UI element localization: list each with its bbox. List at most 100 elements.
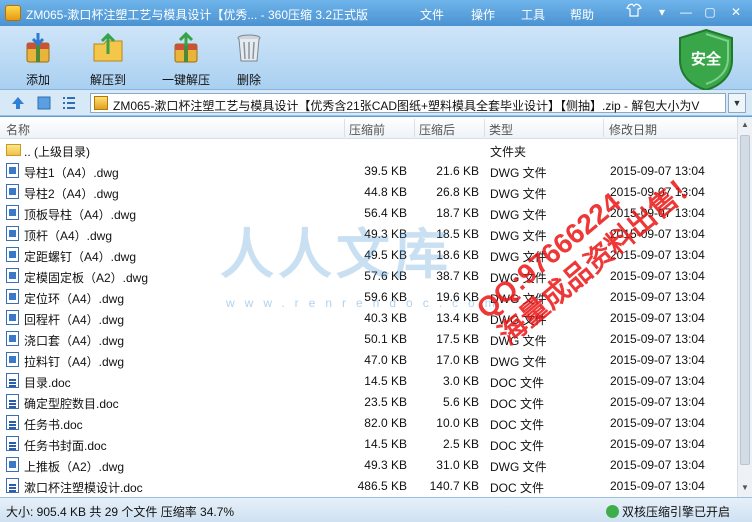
- file-name: 浇口套（A4）.dwg: [24, 334, 125, 348]
- scroll-up-icon[interactable]: ▲: [738, 117, 752, 133]
- column-name[interactable]: 名称: [6, 121, 30, 138]
- doc-file-icon: [6, 373, 19, 388]
- table-row[interactable]: 目录.doc 14.5 KB 3.0 KB DOC 文件 2015-09-07 13:0…: [0, 370, 737, 391]
- scroll-thumb[interactable]: [740, 135, 750, 465]
- doc-file-icon: [6, 478, 19, 493]
- extract-to-button[interactable]: 解压到: [72, 30, 144, 88]
- delete-label: 删除: [236, 73, 261, 87]
- add-label: 添加: [25, 73, 50, 87]
- file-name: 定距螺钉（A4）.dwg: [24, 250, 137, 264]
- dwg-file-icon: [6, 457, 19, 472]
- add-button[interactable]: 添加: [2, 30, 74, 88]
- doc-file-icon: [6, 436, 19, 451]
- dwg-file-icon: [6, 289, 19, 304]
- address-bar: ZM065-漱口杯注塑工艺与模具设计【优秀含21张CAD图纸+塑料模具全套毕业设…: [0, 90, 752, 116]
- menu-tools[interactable]: 工具: [521, 6, 545, 23]
- zip-archive-icon: [94, 96, 108, 110]
- table-row[interactable]: 任务书.doc 82.0 KB 10.0 KB DOC 文件 2015-09-07 13…: [0, 412, 737, 433]
- file-compressed-size: 5.6 KB: [442, 395, 479, 409]
- table-row[interactable]: 拉料钉（A4）.dwg 47.0 KB 17.0 KB DWG 文件 2015-09-0…: [0, 349, 737, 370]
- column-date[interactable]: 修改日期: [609, 121, 657, 138]
- minimize-icon[interactable]: —: [676, 3, 696, 21]
- table-row[interactable]: 任务书封面.doc 14.5 KB 2.5 KB DOC 文件 2015-09-07 1…: [0, 433, 737, 454]
- file-type: DOC 文件: [490, 439, 545, 453]
- file-size: 50.1 KB: [364, 332, 407, 346]
- file-name: 任务书封面.doc: [24, 439, 107, 453]
- dwg-file-icon: [6, 352, 19, 367]
- doc-file-icon: [6, 394, 19, 409]
- file-name: 导柱2（A4）.dwg: [24, 187, 119, 201]
- trash-icon: [237, 34, 261, 62]
- path-field[interactable]: ZM065-漱口杯注塑工艺与模具设计【优秀含21张CAD图纸+塑料模具全套毕业设…: [90, 93, 726, 113]
- delete-button[interactable]: 删除: [213, 30, 285, 88]
- file-type: DOC 文件: [490, 376, 545, 390]
- file-name: 定位环（A4）.dwg: [24, 292, 125, 306]
- file-size: 40.3 KB: [364, 311, 407, 325]
- menu-file[interactable]: 文件: [420, 6, 444, 23]
- file-type: DOC 文件: [490, 481, 545, 495]
- file-name: 定模固定板（A2）.dwg: [24, 271, 149, 285]
- vertical-scrollbar[interactable]: ▲ ▼: [737, 117, 752, 497]
- column-type[interactable]: 类型: [489, 121, 513, 138]
- one-click-extract-button[interactable]: 一键解压: [150, 30, 222, 88]
- file-date: 2015-09-07 13:04: [610, 311, 705, 325]
- one-click-extract-label: 一键解压: [161, 73, 210, 87]
- file-size: 39.5 KB: [364, 164, 407, 178]
- check-icon: [606, 505, 619, 518]
- table-row[interactable]: 上推板（A2）.dwg 49.3 KB 31.0 KB DWG 文件 2015-09-0…: [0, 454, 737, 475]
- table-row[interactable]: 浇口套（A4）.dwg 50.1 KB 17.5 KB DWG 文件 2015-09-0…: [0, 328, 737, 349]
- file-compressed-size: 26.8 KB: [436, 185, 479, 199]
- file-size: 49.3 KB: [364, 458, 407, 472]
- file-date: 2015-09-07 13:04: [610, 332, 705, 346]
- thumbnail-view-icon[interactable]: [36, 95, 52, 111]
- up-arrow-icon[interactable]: [10, 95, 26, 111]
- file-size: 47.0 KB: [364, 353, 407, 367]
- menu-dropdown-icon[interactable]: ▾: [652, 3, 672, 21]
- skin-icon[interactable]: [624, 3, 644, 21]
- path-dropdown-icon[interactable]: ▼: [728, 93, 746, 113]
- file-size: 23.5 KB: [364, 395, 407, 409]
- file-date: 2015-09-07 13:04: [610, 458, 705, 472]
- file-type: DWG 文件: [490, 166, 547, 180]
- menu-operation[interactable]: 操作: [471, 6, 495, 23]
- dwg-file-icon: [6, 247, 19, 262]
- scroll-down-icon[interactable]: ▼: [738, 480, 752, 496]
- file-compressed-size: 31.0 KB: [436, 458, 479, 472]
- close-icon[interactable]: ✕: [726, 3, 746, 21]
- file-compressed-size: 140.7 KB: [429, 479, 479, 493]
- folder-icon: [6, 144, 21, 156]
- file-date: 2015-09-07 13:04: [610, 353, 705, 367]
- file-name: .. (上级目录): [24, 145, 90, 159]
- file-compressed-size: 17.5 KB: [436, 332, 479, 346]
- column-compressed[interactable]: 压缩后: [419, 121, 455, 138]
- file-type: DOC 文件: [490, 397, 545, 411]
- file-size: 486.5 KB: [357, 479, 407, 493]
- file-type: DOC 文件: [490, 418, 545, 432]
- file-type: DWG 文件: [490, 187, 547, 201]
- list-view-icon[interactable]: [61, 95, 77, 111]
- file-size: 44.8 KB: [364, 185, 407, 199]
- file-type: 文件夹: [490, 145, 527, 159]
- extract-to-icon: [93, 32, 123, 62]
- file-compressed-size: 21.6 KB: [436, 164, 479, 178]
- file-name: 导柱1（A4）.dwg: [24, 166, 119, 180]
- table-row[interactable]: .. (上级目录) 文件夹: [0, 139, 737, 160]
- dwg-file-icon: [6, 310, 19, 325]
- maximize-icon[interactable]: ▢: [700, 3, 720, 21]
- column-size[interactable]: 压缩前: [349, 121, 385, 138]
- dwg-file-icon: [6, 226, 19, 241]
- menu-help[interactable]: 帮助: [570, 6, 594, 23]
- file-name: 目录.doc: [24, 376, 71, 390]
- file-type: DWG 文件: [490, 460, 547, 474]
- table-row[interactable]: 漱口杯注塑模设计.doc 486.5 KB 140.7 KB DOC 文件 2015-0…: [0, 475, 737, 496]
- file-name: 回程杆（A4）.dwg: [24, 313, 125, 327]
- file-size: 14.5 KB: [364, 437, 407, 451]
- file-name: 任务书.doc: [24, 418, 83, 432]
- table-row[interactable]: 确定型腔数目.doc 23.5 KB 5.6 KB DOC 文件 2015-09-07 …: [0, 391, 737, 412]
- dwg-file-icon: [6, 163, 19, 178]
- table-row[interactable]: 回程杆（A4）.dwg 40.3 KB 13.4 KB DWG 文件 2015-09-0…: [0, 307, 737, 328]
- doc-file-icon: [6, 415, 19, 430]
- toolbar: 添加 解压到 一键解压 删除: [0, 26, 752, 90]
- dwg-file-icon: [6, 331, 19, 346]
- window-title: ZM065-漱口杯注塑工艺与模具设计【优秀... - 360压缩 3.2正式版: [26, 8, 369, 22]
